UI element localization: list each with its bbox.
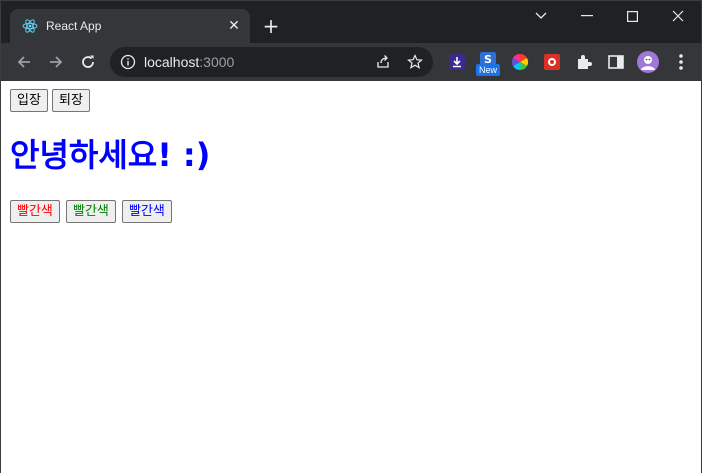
puzzle-red-extension-icon[interactable]: [543, 53, 561, 71]
enter-button[interactable]: 입장: [10, 89, 48, 112]
back-arrow-icon: [17, 56, 30, 68]
url-host: localhost: [144, 54, 200, 70]
maximize-button[interactable]: [609, 5, 655, 27]
color-button-green[interactable]: 빨간색: [66, 200, 116, 223]
forward-button[interactable]: [45, 51, 67, 73]
url-text: localhost:3000: [144, 54, 234, 70]
react-logo-icon: [22, 19, 38, 33]
close-icon: [672, 10, 684, 22]
url-port: :3000: [199, 54, 235, 70]
address-bar[interactable]: localhost:3000: [110, 47, 433, 77]
profile-avatar[interactable]: [637, 51, 659, 73]
tab-search-button[interactable]: [518, 5, 564, 27]
color-button-blue[interactable]: 빨간색: [122, 200, 172, 223]
star-icon[interactable]: [407, 54, 423, 70]
color-button-red[interactable]: 빨간색: [10, 200, 60, 223]
page-heading: 안녕하세요! :): [10, 136, 211, 174]
page-viewport: 입장 퇴장 안녕하세요! :) 빨간색 빨간색 빨간색: [1, 81, 701, 473]
more-menu-icon[interactable]: [673, 52, 689, 72]
minimize-button[interactable]: [564, 5, 610, 27]
side-panel-icon[interactable]: [607, 53, 625, 71]
reload-button[interactable]: [77, 51, 99, 73]
new-badge-extension[interactable]: S New: [476, 52, 500, 76]
close-tab-icon[interactable]: ✕: [226, 18, 242, 34]
minimize-icon: [581, 15, 593, 17]
reload-icon: [82, 55, 94, 68]
new-badge: New: [476, 64, 500, 76]
browser-window: React App ✕ + localhost:3000 S New 입장 퇴장…: [0, 0, 702, 473]
maximize-icon: [626, 10, 638, 22]
color-picker-extension-icon[interactable]: [511, 53, 529, 71]
exit-button[interactable]: 퇴장: [52, 89, 90, 112]
back-button[interactable]: [13, 51, 35, 73]
extensions-puzzle-icon[interactable]: [575, 53, 593, 71]
avatar-icon: [641, 56, 655, 70]
browser-toolbar: localhost:3000 S New: [1, 43, 701, 81]
tab-title: React App: [46, 19, 102, 33]
chevron-down-icon: [535, 12, 547, 19]
tab-react-app[interactable]: React App ✕: [10, 9, 250, 43]
new-tab-button[interactable]: +: [261, 16, 281, 36]
share-icon[interactable]: [375, 54, 391, 70]
close-window-button[interactable]: [655, 5, 701, 27]
download-extension-icon[interactable]: [448, 53, 466, 71]
tab-strip: React App ✕ +: [1, 1, 701, 43]
site-info-icon[interactable]: [120, 54, 136, 70]
forward-arrow-icon: [50, 56, 63, 68]
